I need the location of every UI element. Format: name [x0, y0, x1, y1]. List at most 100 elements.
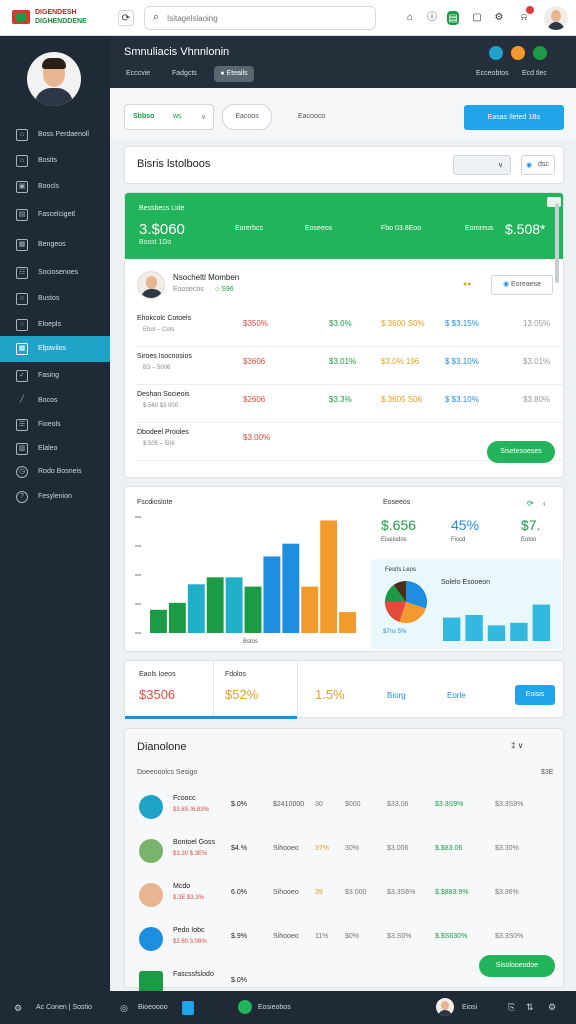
list-name: Fascssfslodo — [173, 971, 214, 978]
status-select[interactable]: Sbbso ws ∨ — [124, 104, 214, 130]
tab-2[interactable]: Fadgcts — [168, 66, 201, 82]
brand-logo[interactable]: DIGENDESH DIGHENDDENE — [12, 8, 96, 28]
header-link-1[interactable]: Ecceobtos — [476, 70, 509, 77]
bottom-item-2[interactable]: Bioeoooo — [138, 1004, 168, 1011]
blue-status-icon[interactable] — [489, 46, 503, 60]
table-row[interactable]: Ehokcolc Cotoels Ebot ‒ Cots $350% $3.0% $.3… — [137, 311, 563, 347]
mini-bar — [532, 604, 550, 641]
list-value: $.$S630% — [435, 933, 468, 940]
list-value: 37% — [315, 845, 330, 852]
header-link-2[interactable]: Ecd tlec — [522, 70, 547, 77]
stat-value: 45% — [451, 517, 480, 533]
sidebar-item-11[interactable]: ╱ Bocos — [0, 388, 110, 414]
list-item[interactable]: Bontoel Goss $3.30 $.3E% $4.% Sihooeo 37% 30%… — [135, 831, 563, 873]
gift-icon[interactable]: ⌂ — [402, 10, 418, 26]
globe-icon[interactable]: ◎ — [120, 1003, 128, 1014]
pie-value: $7ns 5% — [383, 629, 407, 635]
calendar-icon: ▦ — [16, 343, 28, 355]
arrow-icon[interactable]: ‹ — [543, 499, 546, 508]
clock-icon: ◷ — [16, 466, 28, 478]
bottom-item-3[interactable]: Eosieobos — [258, 1004, 291, 1011]
chat-icon: ○ — [16, 319, 28, 331]
chevron-down-icon: ∨ — [201, 114, 207, 121]
tab-3-active[interactable]: ● Eteails — [214, 66, 254, 82]
list-avatar — [139, 839, 163, 863]
sidebar-item-8[interactable]: ○ Eloepls — [0, 312, 110, 338]
chat-icon[interactable]: ▢ — [469, 10, 485, 26]
y-tick — [135, 516, 141, 518]
green-app-icon[interactable] — [238, 1000, 252, 1014]
settings-icon[interactable]: ⚙ — [14, 1003, 22, 1014]
file-icon[interactable]: ▤ — [447, 11, 459, 25]
refresh-icon[interactable]: ⟳ — [118, 10, 134, 26]
filter-label[interactable]: Eacooco — [298, 113, 325, 120]
search-box[interactable]: ⌕ — [144, 6, 376, 30]
sidebar-item-7[interactable]: ☺ Bustos — [0, 286, 110, 312]
profile-avatar[interactable] — [27, 52, 81, 106]
row-value: $3.80% — [523, 395, 551, 404]
dots-icon: ●● — [463, 281, 472, 288]
sidebar-item-5[interactable]: ▦ Bengeos — [0, 232, 110, 258]
sidebar-item-2[interactable]: ⌂ Bosits — [0, 148, 110, 174]
list-avatar — [139, 795, 163, 819]
settings-icon-2[interactable]: ⚙ — [548, 1002, 556, 1013]
settings-icon[interactable]: ⚙ — [491, 10, 507, 26]
row-value: $.3600 S0% — [381, 319, 425, 328]
share-icon[interactable]: ⎘ — [508, 1002, 515, 1013]
table-row[interactable]: Deshan Socieois $.560 $3 000 $2606 $3.3% $.3… — [137, 387, 563, 423]
stat-label: Fiscd — [451, 537, 466, 543]
sidebar-item-12[interactable]: ☰ Fioeols — [0, 412, 110, 438]
info-icon[interactable]: ⓘ — [424, 10, 440, 26]
person-badge-button[interactable]: ◉ Eoreaese — [491, 275, 553, 295]
chevron-down-icon: ∨ — [498, 162, 504, 169]
sidebar-item-9[interactable]: ▦ Elpavilos — [0, 336, 110, 362]
person-sub-2: ○ S96 — [215, 286, 234, 293]
sidebar-item-15[interactable]: ? Fesylenion — [0, 484, 110, 510]
tab-3-label: Eteails — [226, 70, 248, 77]
sort-icon[interactable]: ⇅ — [526, 1002, 534, 1013]
section-action-button[interactable]: Sisetesoeses — [487, 441, 555, 463]
pill-button-1[interactable]: Eacoos — [222, 104, 272, 130]
bottom-right-1[interactable]: Eiosi — [462, 1004, 477, 1011]
mini-sub: Solelo Esooeon — [441, 579, 491, 586]
stat-value: $.656 — [381, 517, 417, 533]
sidebar-item-14[interactable]: ◷ Rodo Bosneis — [0, 459, 110, 485]
bottom-bar: ⚙ Ac Conen | Sostio ◎ Bioeoooo Eosieobos… — [0, 991, 576, 1024]
notification-badge — [526, 6, 534, 14]
filter-bar: Sbbso ws ∨ Eacoos Eacooco Easas Ileted 1… — [110, 88, 576, 140]
sidebar-item-3[interactable]: ▣ Boocls — [0, 174, 110, 200]
list-value: 30 — [315, 801, 323, 808]
green-status-icon[interactable] — [533, 46, 547, 60]
list-value: $3.3S0% — [495, 933, 524, 940]
users-icon: ☺ — [16, 293, 28, 305]
sidebar-item-6[interactable]: ☷ Sociosenoes — [0, 260, 110, 286]
page-select[interactable]: ◉ dsc — [521, 155, 555, 175]
document-icon[interactable] — [182, 1001, 194, 1015]
user-avatar-small[interactable] — [436, 998, 454, 1016]
sidebar-item-10[interactable]: ✓ Fasing — [0, 363, 110, 389]
refresh-icon[interactable]: ⟳ — [527, 499, 534, 508]
list-item[interactable]: Mcdo $.3E $3.3% 6.0% Sihooeo 39 $3.000 $3.3S6%… — [135, 875, 563, 917]
stats-row: $.656 Eiseisdos 45% Fiscd $7. Eoloo — [381, 517, 561, 553]
scrollbar[interactable] — [555, 203, 559, 283]
person-avatar[interactable] — [137, 271, 165, 299]
chart-title: Fscdioslote — [137, 499, 173, 506]
list-value: $3.36% — [495, 889, 519, 896]
sidebar-item-4[interactable]: ▤ Fascelcigetl — [0, 202, 110, 228]
list-item[interactable]: Fcoocc $3.8S /6.83% $.0% $2410000 30 $000 $33.… — [135, 787, 563, 829]
tools-icon[interactable]: ‡ ∨ — [511, 741, 524, 750]
sidebar-item-1[interactable]: ⌂ Boss Perdaenoll — [0, 122, 110, 148]
user-avatar[interactable] — [544, 6, 568, 30]
info-icon: ◉ — [502, 281, 510, 288]
tab-1[interactable]: Ecccvie — [122, 66, 154, 82]
search-input[interactable] — [167, 11, 367, 26]
table-row[interactable]: Siroes Isocnosios B3 ‒ 5006 $3606 $3.01% $3.… — [137, 349, 563, 385]
main-content: Sbbso ws ∨ Eacoos Eacooco Easas Ileted 1… — [110, 88, 576, 995]
primary-button[interactable]: Easas Ileted 1Bs — [464, 105, 564, 130]
kpi-button[interactable]: Eoisis — [515, 685, 555, 705]
period-select[interactable]: ∨ — [453, 155, 511, 175]
list-action-button[interactable]: Sisolooeodoe — [479, 955, 555, 977]
task-icon: ✓ — [16, 370, 28, 382]
kpi-row: Eaols Ioeos $3506 Fdolos $52% 1.5% Biorg Eorle — [125, 661, 565, 719]
orange-status-icon[interactable] — [511, 46, 525, 60]
